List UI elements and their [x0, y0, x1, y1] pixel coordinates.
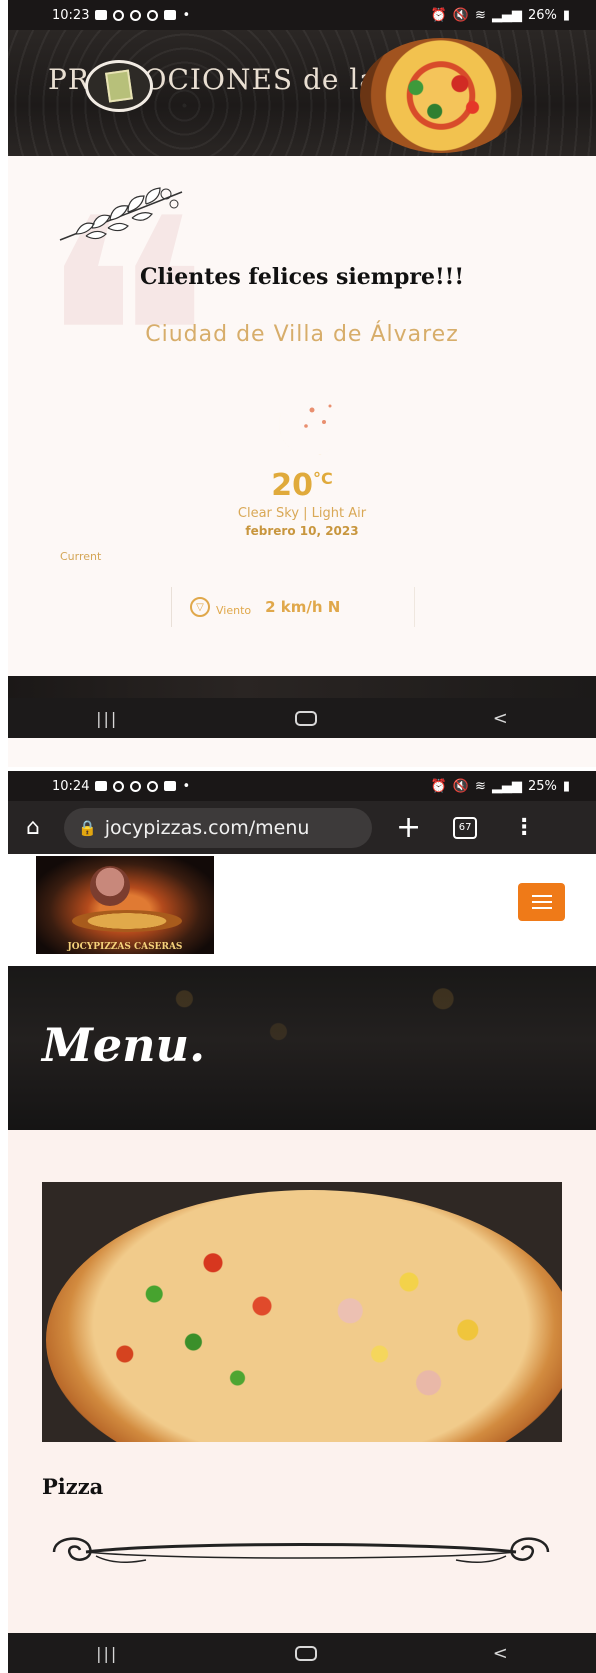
wifi-icon: ≋ — [475, 7, 486, 23]
promo-banner[interactable]: PROMOCIONES de la casa!! — [8, 30, 596, 156]
recent-apps-button[interactable]: ||| — [96, 709, 118, 728]
page-title: Menu. — [42, 1018, 206, 1072]
promo-logo-icon — [85, 60, 153, 112]
status-left: 10:23 • — [52, 8, 190, 23]
site-logo-text: JOCYPIZZAS CASERAS — [67, 942, 183, 952]
hamburger-line — [531, 907, 552, 909]
app-icon — [147, 9, 159, 21]
status-bar: 10:24 • ⏰ 🔇 ≋ ▂▄▆ 25% ▮ — [8, 771, 596, 801]
battery-icon: ▮ — [562, 778, 570, 794]
status-time: 10:24 — [52, 778, 90, 794]
wind-value: 2 km/h N — [265, 598, 341, 616]
weather-condition: Clear Sky | Light Air — [237, 506, 367, 521]
temperature: 20°C — [8, 468, 596, 503]
android-nav-bar: ||| < — [8, 698, 596, 738]
pizza-photo[interactable] — [42, 1182, 562, 1442]
chat-icon — [95, 781, 108, 791]
hamburger-line — [531, 895, 552, 897]
mute-icon: 🔇 — [452, 778, 470, 794]
screenshot-menu: 10:24 • ⏰ 🔇 ≋ ▂▄▆ 25% ▮ ⌂ 🔒 jocypizzas.c… — [8, 771, 596, 1673]
browser-toolbar: ⌂ 🔒 jocypizzas.com/menu + 67 ⋮ — [8, 801, 596, 854]
wind-info: ▽ Viento 2 km/h N — [171, 587, 415, 627]
status-left: 10:24 • — [52, 779, 190, 794]
back-button[interactable]: < — [493, 708, 508, 729]
temperature-value: 20 — [271, 468, 313, 503]
alarm-icon: ⏰ — [430, 7, 447, 23]
messenger-icon — [113, 780, 125, 792]
more-options-icon[interactable]: ⋮ — [513, 815, 535, 840]
screenshot-weather: 10:23 • ⏰ 🔇 ≋ ▂▄▆ 26% ▮ PROMOCIONES de l… — [8, 0, 596, 767]
messenger-icon — [113, 9, 125, 21]
battery-level: 25% — [527, 778, 557, 794]
home-icon[interactable]: ⌂ — [26, 815, 50, 840]
site-logo[interactable]: JOCYPIZZAS CASERAS — [36, 856, 214, 954]
app-icon — [130, 9, 142, 21]
signal-icon: ▂▄▆ — [491, 778, 522, 794]
footer-image-strip — [8, 676, 596, 698]
video-icon — [164, 781, 177, 791]
tab-switcher-button[interactable]: 67 — [453, 816, 478, 839]
wifi-icon: ≋ — [475, 778, 486, 794]
wind-label: Viento — [216, 603, 252, 617]
status-right: ⏰ 🔇 ≋ ▂▄▆ 26% ▮ — [431, 8, 570, 23]
battery-icon: ▮ — [562, 7, 570, 23]
more-notifications-icon: • — [182, 778, 191, 794]
signal-icon: ▂▄▆ — [491, 7, 522, 23]
temperature-unit: °C — [313, 469, 333, 488]
app-icon — [130, 780, 142, 792]
alarm-icon: ⏰ — [430, 778, 447, 794]
menu-content: Pizza — [8, 1130, 596, 1590]
menu-item-title: Pizza — [42, 1474, 104, 1499]
recent-apps-button[interactable]: ||| — [96, 1644, 118, 1663]
address-bar[interactable]: 🔒 jocypizzas.com/menu — [64, 807, 372, 848]
battery-level: 26% — [527, 7, 557, 23]
moon-stars-icon — [279, 402, 334, 456]
chat-icon — [95, 10, 108, 20]
more-notifications-icon: • — [182, 7, 191, 23]
lock-icon[interactable]: 🔒 — [78, 819, 97, 837]
status-time: 10:23 — [52, 7, 90, 23]
tagline: Clientes felices siempre!!! — [140, 264, 464, 290]
ornament-divider-icon — [52, 1537, 550, 1563]
app-icon — [147, 780, 159, 792]
current-label: Current — [60, 550, 102, 563]
hamburger-line — [531, 901, 552, 903]
url-text: jocypizzas.com/menu — [104, 816, 310, 839]
hamburger-menu-button[interactable] — [518, 883, 565, 921]
mute-icon: 🔇 — [452, 7, 470, 23]
home-button[interactable] — [294, 1645, 317, 1661]
pizza-image — [360, 38, 522, 153]
weather-date: febrero 10, 2023 — [245, 524, 359, 538]
wind-direction-icon: ▽ — [190, 597, 210, 617]
android-nav-bar: ||| < — [8, 1633, 596, 1673]
back-button[interactable]: < — [493, 1643, 508, 1664]
menu-hero-banner: Menu. — [8, 966, 596, 1130]
weather-widget: ❝ Clientes felices siempre!!! Ciudad de … — [8, 156, 596, 676]
video-icon — [164, 10, 177, 20]
new-tab-button[interactable]: + — [396, 810, 421, 845]
status-right: ⏰ 🔇 ≋ ▂▄▆ 25% ▮ — [431, 779, 570, 794]
site-header: JOCYPIZZAS CASERAS — [8, 854, 596, 966]
status-bar: 10:23 • ⏰ 🔇 ≋ ▂▄▆ 26% ▮ — [8, 0, 596, 30]
home-button[interactable] — [294, 710, 317, 726]
weather-city: Ciudad de Villa de Álvarez — [145, 322, 459, 347]
herb-sprig-icon — [59, 187, 183, 241]
